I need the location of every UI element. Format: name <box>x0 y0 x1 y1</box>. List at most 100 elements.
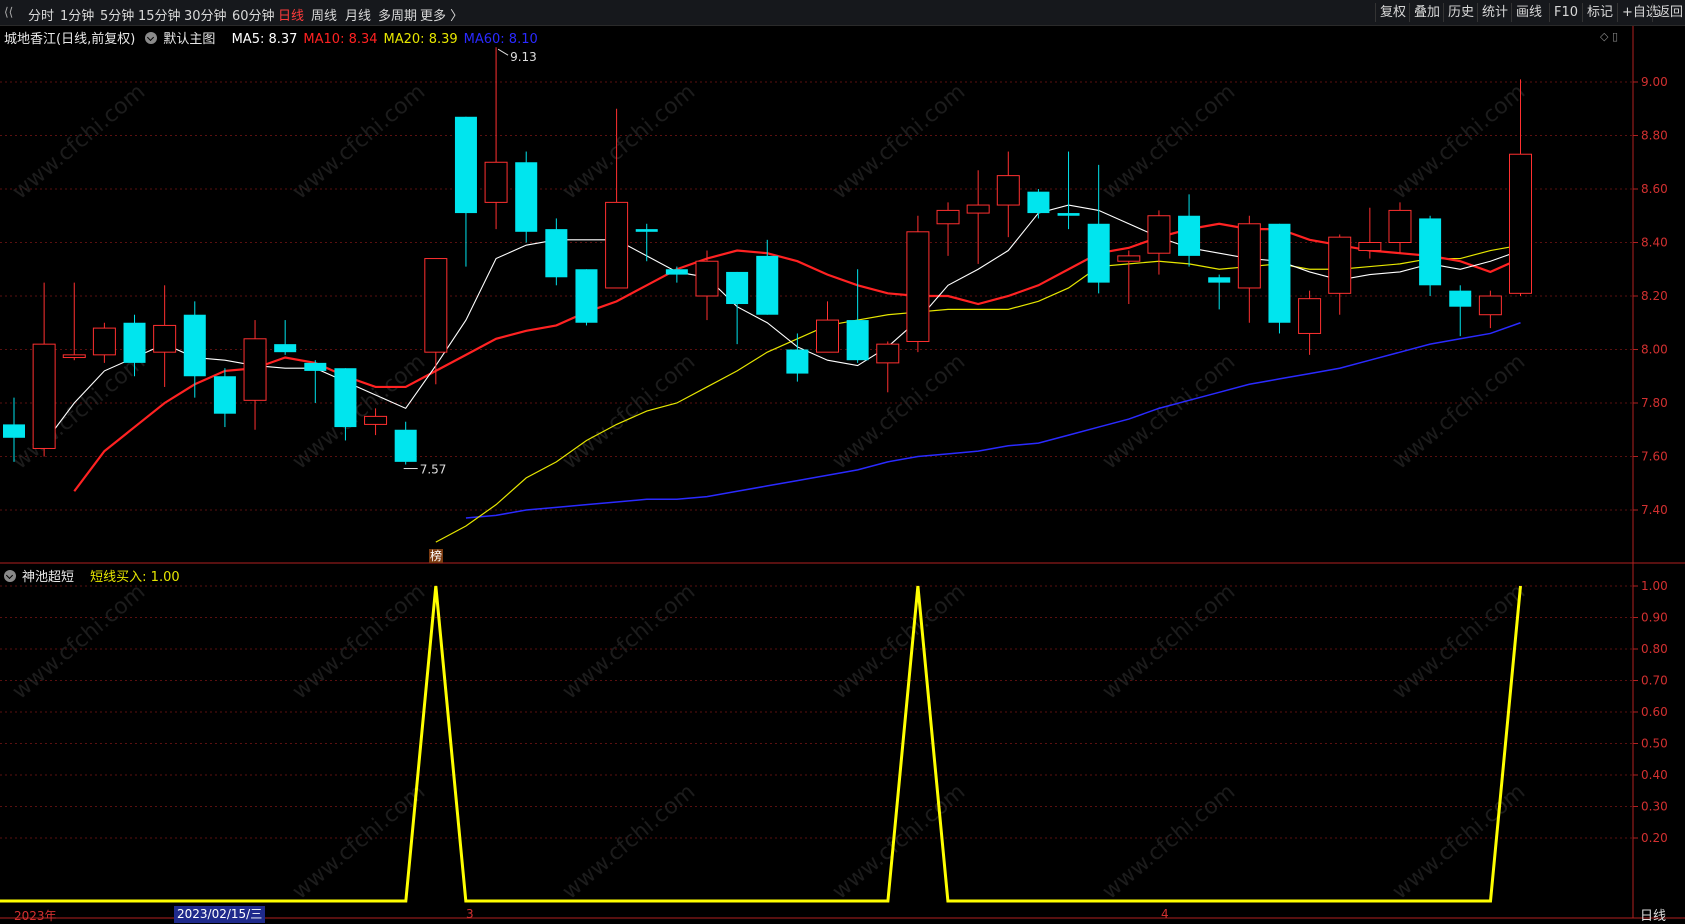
candle-body <box>906 231 930 342</box>
candle-body <box>304 362 327 371</box>
candle-body <box>936 209 960 225</box>
selected-date: 2023/02/15/三 <box>174 906 266 923</box>
candle-body <box>816 319 840 353</box>
candle-body <box>605 201 629 289</box>
x-label-month-4: 4 <box>1161 907 1169 921</box>
watermark-text: www.cfchi.com <box>8 579 150 704</box>
candle-body <box>153 324 177 353</box>
x-label-month-3: 3 <box>466 907 474 921</box>
candle-body <box>92 327 116 356</box>
period-corner-label: 日线 <box>1640 909 1667 924</box>
candle-body <box>1298 298 1322 334</box>
candle-body <box>1449 290 1472 307</box>
y-tick-label-sub: 0.90 <box>1641 611 1668 625</box>
candle-body <box>1419 218 1442 286</box>
high-label: 9.13 <box>510 50 537 64</box>
candle-body <box>876 343 900 364</box>
candle-body <box>243 338 267 401</box>
candle-body <box>364 415 388 425</box>
y-tick-label-sub: 0.80 <box>1641 642 1668 656</box>
y-tick-label: 9.00 <box>1641 75 1668 89</box>
y-tick-label: 7.60 <box>1641 450 1668 464</box>
candle-body <box>1358 242 1382 252</box>
candle-body <box>62 354 86 359</box>
candle-body <box>1237 223 1261 289</box>
y-tick-label-sub: 0.50 <box>1641 737 1668 751</box>
candle-body <box>756 255 779 315</box>
candle-body <box>32 343 56 449</box>
watermark-text: www.cfchi.com <box>558 349 700 474</box>
y-tick-label-sub: 0.20 <box>1641 831 1668 845</box>
x-label-year: 2023年 <box>14 909 57 923</box>
watermark-text: www.cfchi.com <box>288 579 430 704</box>
y-tick-label-sub: 1.00 <box>1641 579 1668 593</box>
y-tick-label: 7.40 <box>1641 503 1668 517</box>
candle-body <box>424 258 448 353</box>
candle-body <box>1208 277 1231 283</box>
candle-body <box>1057 213 1080 216</box>
candle-body <box>515 162 538 232</box>
candle-body <box>635 229 658 232</box>
candle-body <box>575 269 598 323</box>
watermark-text: www.cfchi.com <box>8 79 150 204</box>
candle-body <box>454 116 477 214</box>
candle-body <box>996 175 1020 206</box>
candle-body <box>1147 215 1171 254</box>
candle-body <box>966 204 990 214</box>
candle-body <box>1478 295 1502 316</box>
candle-body <box>123 322 146 363</box>
candle-body <box>213 376 236 414</box>
kline-chart[interactable]: www.cfchi.com www.cfchi.com www.cfchi.com w… <box>0 0 1685 924</box>
watermark-text: www.cfchi.com <box>558 579 700 704</box>
candle-body <box>1027 191 1050 214</box>
high-pointer <box>497 48 509 56</box>
watermark-text: www.cfchi.com <box>558 79 700 204</box>
y-tick-label: 8.20 <box>1641 289 1668 303</box>
watermark-text: www.cfchi.com <box>828 579 970 704</box>
candle-body <box>484 161 508 203</box>
candle-body <box>1328 236 1352 294</box>
watermark-text: www.cfchi.com <box>1388 349 1530 474</box>
candle-body <box>1268 223 1291 323</box>
watermark-text: www.cfchi.com <box>1098 349 1240 474</box>
candle-body <box>726 271 749 305</box>
y-tick-label-sub: 0.60 <box>1641 705 1668 719</box>
candle-body <box>695 260 719 297</box>
watermark-text: www.cfchi.com <box>1388 79 1530 204</box>
candle-body <box>334 368 357 428</box>
candle-body <box>183 314 206 377</box>
watermark-text: www.cfchi.com <box>1388 779 1530 904</box>
candle-body <box>1087 223 1110 283</box>
watermark-text: www.cfchi.com <box>828 349 970 474</box>
y-tick-label-sub: 0.40 <box>1641 768 1668 782</box>
y-tick-label: 7.80 <box>1641 396 1668 410</box>
watermark-text: www.cfchi.com <box>288 779 430 904</box>
watermark-text: www.cfchi.com <box>1098 579 1240 704</box>
y-tick-label: 8.40 <box>1641 236 1668 250</box>
ma20-line <box>435 244 1521 543</box>
candle-body <box>1388 209 1412 243</box>
watermark-text: www.cfchi.com <box>828 79 970 204</box>
candle-body <box>3 424 25 438</box>
y-tick-label: 8.00 <box>1641 343 1668 357</box>
candle-body <box>545 229 568 278</box>
y-tick-label-sub: 0.70 <box>1641 674 1668 688</box>
candle-body <box>1509 153 1532 294</box>
watermark-text: www.cfchi.com <box>288 79 430 204</box>
y-tick-label: 8.80 <box>1641 129 1668 143</box>
ranking-badge[interactable]: 榜 <box>429 549 444 563</box>
y-tick-label-sub: 0.30 <box>1641 800 1668 814</box>
candle-body <box>665 269 688 275</box>
low-label: 7.57 <box>420 463 447 477</box>
candle-body <box>274 344 297 353</box>
candle-body <box>394 429 417 462</box>
candle-body <box>1178 215 1201 256</box>
candle-body <box>1117 255 1141 262</box>
watermark-text: www.cfchi.com <box>1098 779 1240 904</box>
watermark-text: www.cfchi.com <box>558 779 700 904</box>
watermark-text: www.cfchi.com <box>1098 79 1240 204</box>
candle-body <box>786 349 809 374</box>
watermark-text: www.cfchi.com <box>8 349 150 474</box>
watermark-text: www.cfchi.com <box>1388 579 1530 704</box>
candle-body <box>846 320 869 361</box>
